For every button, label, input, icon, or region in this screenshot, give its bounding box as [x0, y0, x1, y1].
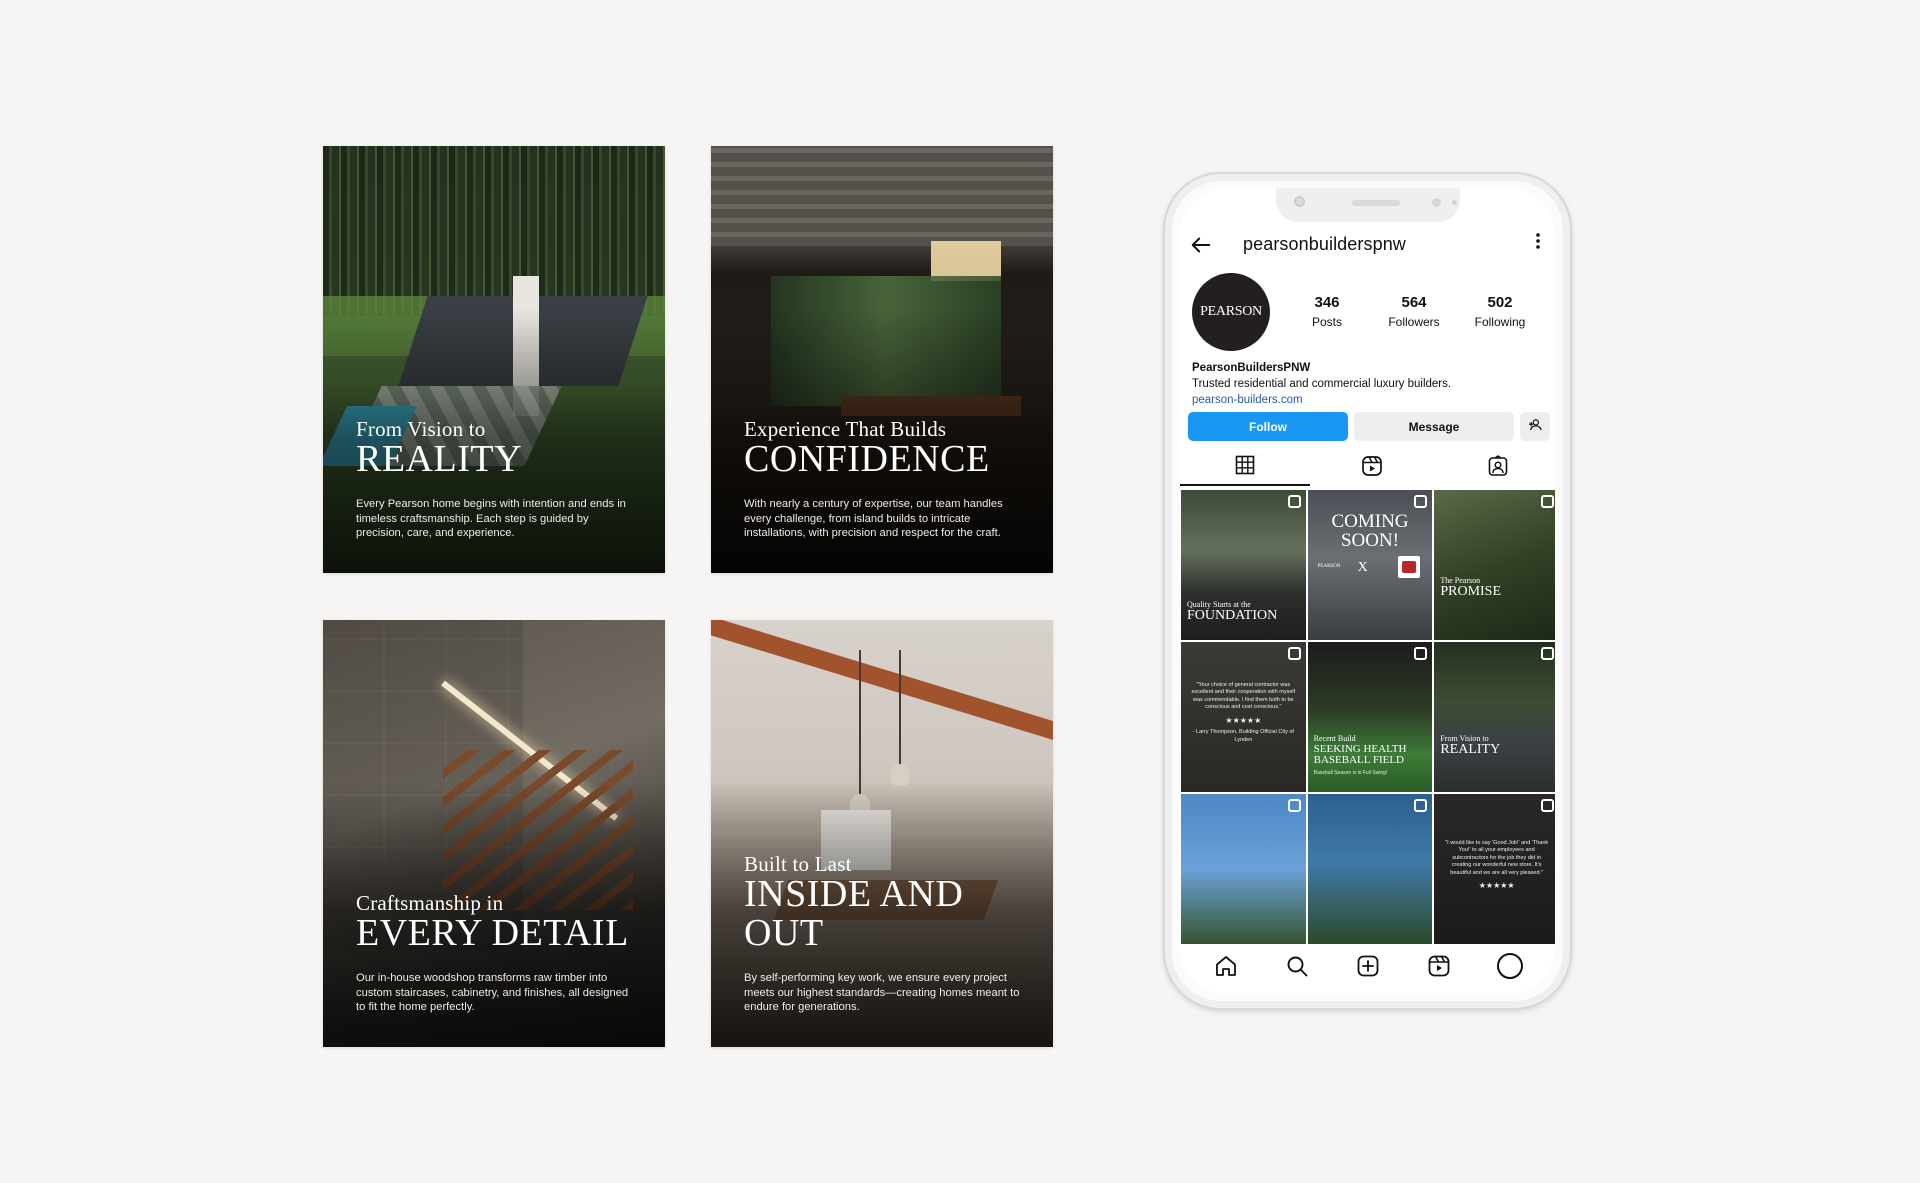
post-card-craftsmanship-detail: Craftsmanship in EVERY DETAIL Our in-hou…: [323, 620, 665, 1047]
post-card-vision-to-reality: From Vision to REALITY Every Pearson hom…: [323, 146, 665, 573]
grid-post[interactable]: Recent Build SEEKING HEALTH BASEBALL FIE…: [1307, 642, 1433, 792]
grid-post[interactable]: COMING SOON! PEARSON X: [1307, 490, 1433, 640]
post-headline: INSIDE AND OUT: [744, 872, 964, 955]
post-body: Our in-house woodshop transforms raw tim…: [356, 972, 629, 1014]
profile-display-name: PearsonBuildersPNW: [1192, 362, 1311, 374]
more-options-icon[interactable]: [1535, 232, 1541, 256]
carousel-icon: [1287, 647, 1301, 660]
partner-logo: [1398, 556, 1421, 578]
message-button[interactable]: Message: [1354, 412, 1514, 441]
post-card-experience-confidence: Experience That Builds CONFIDENCE With n…: [711, 146, 1053, 573]
phone-mockup: pearsonbuilderspnw PEARSON 346 Posts 564…: [1163, 172, 1572, 1010]
grid-post-quote: "Your choice of general contractor was e…: [1191, 682, 1296, 711]
profile-icon[interactable]: [1493, 949, 1527, 983]
profile-bio-text: Trusted residential and commercial luxur…: [1192, 377, 1452, 390]
bottom-navigation: [1180, 944, 1555, 994]
grid-icon: [1235, 455, 1255, 480]
grid-post-headline: PROMISE: [1440, 584, 1502, 600]
carousel-icon: [1414, 647, 1428, 660]
grid-post-headline: COMING SOON!: [1331, 511, 1409, 551]
grid-post-brand: PEARSON: [1317, 564, 1341, 569]
profile-tabs: [1180, 450, 1555, 486]
grid-post-quote: "I would like to say 'Good Job!' and 'Th…: [1445, 840, 1549, 876]
grid-post-author: - Larry Thompson, Building Official City…: [1192, 729, 1294, 743]
grid-post-headline: REALITY: [1440, 742, 1501, 758]
grid-post[interactable]: [1181, 794, 1306, 944]
profile-bio: PearsonBuildersPNW Trusted residential a…: [1192, 361, 1545, 409]
stat-posts[interactable]: 346 Posts: [1287, 294, 1367, 329]
phone-notch: [1276, 188, 1460, 222]
tab-reels[interactable]: [1307, 450, 1437, 486]
add-person-icon: [1528, 419, 1542, 434]
post-headline: EVERY DETAIL: [356, 912, 629, 955]
carousel-icon: [1540, 799, 1554, 812]
rating-stars: ★★★★★: [1478, 881, 1515, 891]
reels-icon: [1361, 455, 1383, 482]
carousel-icon: [1287, 495, 1301, 508]
avatar[interactable]: PEARSON: [1192, 273, 1270, 351]
post-headline: CONFIDENCE: [744, 438, 990, 481]
grid-post-headline: FOUNDATION: [1187, 608, 1278, 624]
phone-screen: pearsonbuilderspnw PEARSON 346 Posts 564…: [1180, 188, 1555, 994]
post-card-built-to-last: Built to Last INSIDE AND OUT By self-per…: [711, 620, 1053, 1047]
back-arrow-icon[interactable]: [1190, 234, 1216, 258]
profile-username: pearsonbuilderspnw: [1243, 234, 1406, 254]
post-body: Every Pearson home begins with intention…: [356, 498, 626, 540]
reels-icon[interactable]: [1422, 949, 1456, 983]
carousel-icon: [1287, 799, 1301, 812]
carousel-icon: [1540, 495, 1554, 508]
post-kicker: Built to Last: [744, 851, 852, 876]
grid-post[interactable]: [1307, 794, 1433, 944]
post-kicker: Craftsmanship in: [356, 891, 504, 916]
stat-following[interactable]: 502 Following: [1460, 294, 1540, 329]
home-icon[interactable]: [1209, 949, 1243, 983]
tab-posts-grid[interactable]: [1180, 450, 1310, 486]
post-headline: REALITY: [356, 438, 523, 481]
profile-header: pearsonbuilderspnw: [1180, 228, 1555, 264]
search-icon[interactable]: [1280, 949, 1314, 983]
rating-stars: ★★★★★: [1225, 715, 1262, 725]
grid-post-headline: SEEKING HEALTH BASEBALL FIELD: [1313, 742, 1407, 767]
carousel-icon: [1540, 647, 1554, 660]
create-post-icon[interactable]: [1351, 949, 1385, 983]
grid-post[interactable]: "I would like to say 'Good Job!' and 'Th…: [1434, 794, 1555, 944]
grid-post-body: Baseball Season is in Full Swing!: [1313, 770, 1388, 776]
post-kicker: Experience That Builds: [744, 417, 947, 442]
follow-button[interactable]: Follow: [1188, 412, 1348, 441]
tagged-user-icon: [1487, 454, 1509, 482]
tab-tagged[interactable]: [1433, 450, 1555, 486]
grid-post[interactable]: From Vision to REALITY: [1434, 642, 1555, 792]
suggested-people-button[interactable]: [1520, 412, 1550, 441]
carousel-icon: [1414, 495, 1428, 508]
stat-followers[interactable]: 564 Followers: [1374, 294, 1454, 329]
profile-website-link[interactable]: pearson-builders.com: [1192, 393, 1545, 409]
carousel-icon: [1414, 799, 1428, 812]
grid-post[interactable]: Quality Starts at the FOUNDATION: [1181, 490, 1306, 640]
post-body: By self-performing key work, we ensure e…: [744, 972, 1020, 1014]
posts-grid: Quality Starts at the FOUNDATION COMING …: [1181, 490, 1555, 944]
post-body: With nearly a century of expertise, our …: [744, 498, 1003, 540]
grid-post[interactable]: "Your choice of general contractor was e…: [1181, 642, 1306, 792]
post-kicker: From Vision to: [356, 417, 486, 442]
grid-post-separator: X: [1357, 560, 1368, 575]
grid-post[interactable]: The Pearson PROMISE: [1434, 490, 1555, 640]
